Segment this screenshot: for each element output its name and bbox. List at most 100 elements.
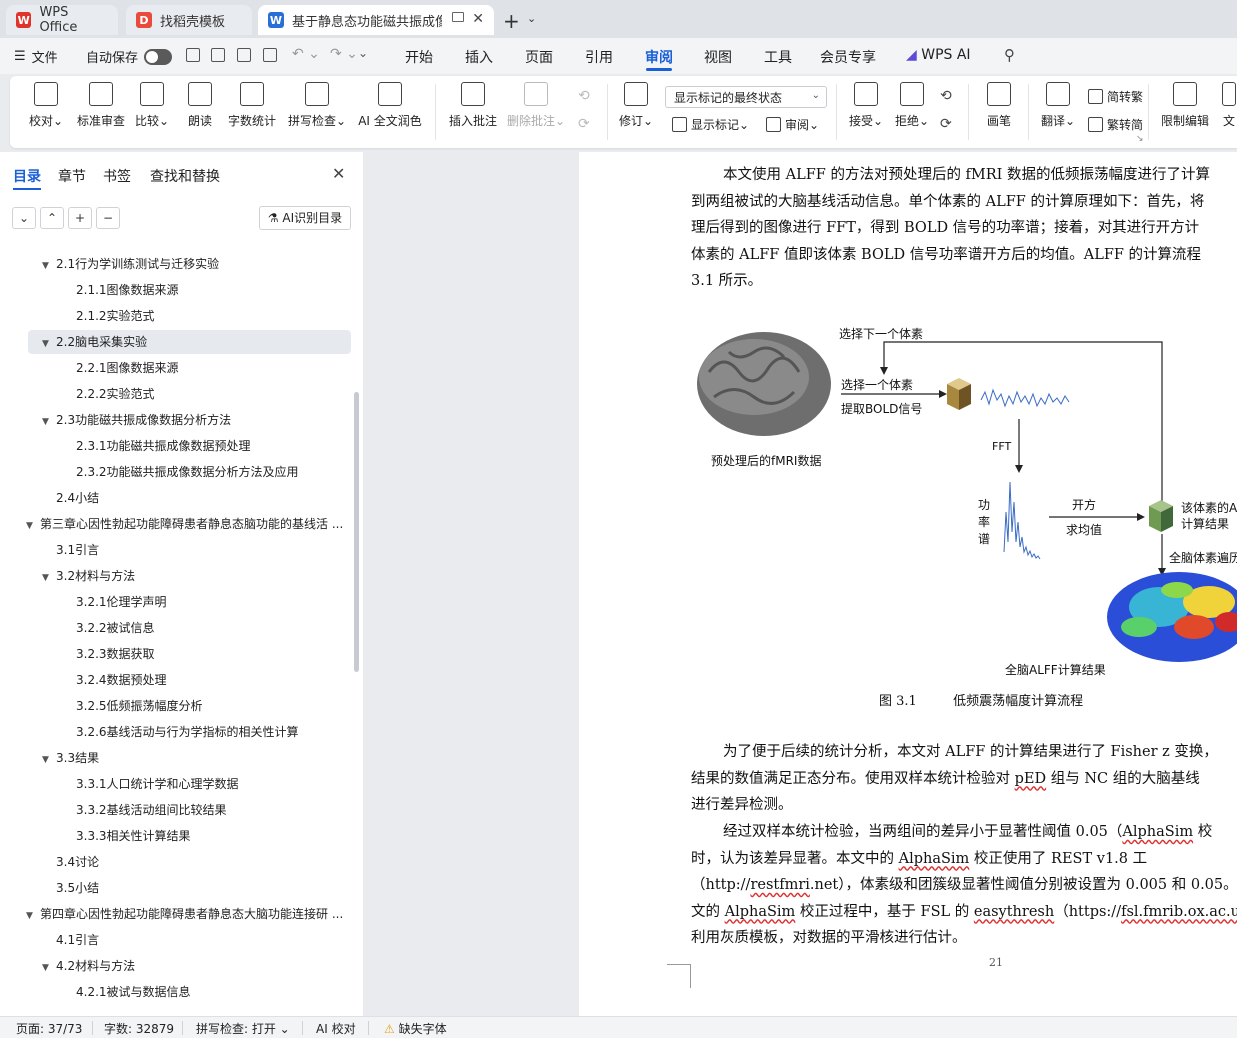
word-count[interactable]: 字数: 32879 [104, 1020, 174, 1037]
document-protect-button[interactable]: 文 [1222, 82, 1236, 129]
missing-font-status[interactable]: ⚠ 缺失字体 [384, 1020, 447, 1037]
next-comment-icon[interactable]: ⟳ [578, 116, 590, 132]
toc-item[interactable]: 3.2.5低频振荡幅度分析 [60, 694, 352, 718]
print-icon[interactable] [237, 48, 251, 62]
chevron-down-icon[interactable]: ⌄ [527, 12, 536, 25]
toc-item[interactable]: ▼ 第四章心因性勃起功能障碍患者静息态大脑功能连接研 ... [26, 902, 352, 926]
next-change-icon[interactable]: ⟳ [940, 116, 952, 132]
toc-item[interactable]: ▼ 第三章心因性勃起功能障碍患者静息态脑功能的基线活 ... [26, 512, 352, 536]
toc-item[interactable]: 3.3.3相关性计算结果 [60, 824, 352, 848]
revise-button[interactable]: 修订⌄ [618, 82, 654, 129]
toc-item[interactable]: ▼ 2.1行为学训练测试与迁移实验 [42, 252, 352, 276]
expand-corner-icon[interactable]: ↘ [1136, 134, 1144, 144]
toc-item[interactable]: 2.3.2功能磁共振成像数据分析方法及应用 [60, 460, 352, 484]
add-heading-icon[interactable]: + [68, 207, 92, 229]
spell-check-button[interactable]: 拼写检查⌄ [286, 82, 348, 129]
expand-arrow-icon[interactable]: ▼ [42, 956, 56, 978]
remove-heading-icon[interactable]: − [96, 207, 120, 229]
compare-button[interactable]: 比较⌄ [134, 82, 170, 129]
expand-arrow-icon[interactable]: ▼ [26, 904, 40, 926]
autosave-toggle[interactable]: 自动保存 [86, 47, 173, 66]
expand-arrow-icon[interactable]: ▼ [26, 514, 40, 536]
toc-item[interactable]: 3.2.4数据预处理 [60, 668, 352, 692]
expand-arrow-icon[interactable]: ▼ [42, 566, 56, 588]
delete-comment-button[interactable]: 删除批注⌄ [506, 82, 566, 129]
document-page[interactable]: 本文使用 ALFF 的方法对预处理后的 fMRI 数据的低频振荡幅度进行了计算到… [579, 152, 1237, 1016]
undo-icon[interactable]: ↶ ⌄ [292, 46, 320, 62]
toc-item[interactable]: 2.1.1图像数据来源 [60, 278, 352, 302]
toc-item[interactable]: 3.2.3数据获取 [60, 642, 352, 666]
export-icon[interactable] [211, 48, 225, 62]
standard-review-button[interactable]: 标准审查 [74, 82, 128, 129]
toc-item[interactable]: ▼ 3.2材料与方法 [42, 564, 352, 588]
ai-toc-button[interactable]: ⚗ AI识别目录 [259, 206, 351, 230]
translate-button[interactable]: 翻译⌄ [1038, 82, 1078, 129]
menu-tab-tools[interactable]: 工具 [764, 47, 792, 67]
toc-item[interactable]: ▼ 2.2脑电采集实验 [28, 330, 351, 354]
collapse-down-icon[interactable]: ⌄ [12, 207, 36, 229]
nav-tab-sections[interactable]: 章节 [58, 166, 86, 186]
toc-item[interactable]: 2.4小结 [42, 486, 352, 510]
word-count-button[interactable]: 字数统计 [226, 82, 278, 129]
monitor-icon[interactable] [452, 12, 464, 22]
toc-item[interactable]: ▼ 2.3功能磁共振成像数据分析方法 [42, 408, 352, 432]
reject-button[interactable]: 拒绝⌄ [892, 82, 932, 129]
expand-arrow-icon[interactable]: ▼ [42, 254, 56, 276]
nav-tab-bookmarks[interactable]: 书签 [103, 166, 131, 186]
to-traditional-button[interactable]: 简转繁 [1088, 88, 1143, 105]
to-simplified-button[interactable]: 繁转简 [1088, 116, 1143, 133]
page-count[interactable]: 页面: 37/73 [16, 1020, 82, 1037]
toggle-switch[interactable] [144, 48, 173, 65]
toc-item[interactable]: 4.2.1被试与数据信息 [60, 980, 352, 1004]
toc-item[interactable]: ▼ 3.3结果 [42, 746, 352, 770]
spell-check-status[interactable]: 拼写检查: 打开 ⌄ [196, 1020, 290, 1037]
toc-item[interactable]: 3.1引言 [42, 538, 352, 562]
toc-item[interactable]: 3.5小结 [42, 876, 352, 900]
toc-item[interactable]: ▼ 4.2材料与方法 [42, 954, 352, 978]
toc-item[interactable]: 3.2.1伦理学声明 [60, 590, 352, 614]
read-aloud-button[interactable]: 朗读 [186, 82, 214, 129]
toc-item[interactable]: 2.2.2实验范式 [60, 382, 352, 406]
pen-button[interactable]: 画笔 [982, 82, 1016, 129]
nav-scrollbar[interactable] [354, 392, 359, 672]
nav-tab-find-replace[interactable]: 查找和替换 [150, 166, 220, 186]
file-menu[interactable]: ☰ 文件 [14, 47, 58, 66]
tab-wps-office[interactable]: W WPS Office [6, 5, 118, 35]
prev-change-icon[interactable]: ⟲ [940, 88, 952, 104]
insert-comment-button[interactable]: 插入批注 [446, 82, 500, 129]
tab-template[interactable]: D 找稻壳模板 [126, 5, 252, 35]
ai-check-status[interactable]: AI 校对 [316, 1020, 356, 1037]
search-icon[interactable]: ⚲ [1004, 46, 1015, 64]
review-pane-button[interactable]: 审阅 ⌄ [766, 116, 819, 133]
menu-tab-references[interactable]: 引用 [585, 47, 613, 67]
tab-document[interactable]: W 基于静息态功能磁共振成像的 ✕ [258, 5, 494, 35]
menu-tab-member[interactable]: 会员专享 [820, 47, 876, 67]
redo-icon[interactable]: ↷ ⌄ [330, 46, 358, 62]
more-chevron-icon[interactable]: ⌄ [358, 46, 368, 60]
toc-item[interactable]: 2.1.2实验范式 [60, 304, 352, 328]
show-markup-button[interactable]: 显示标记 ⌄ [672, 116, 749, 133]
menu-tab-insert[interactable]: 插入 [465, 47, 493, 67]
menu-tab-page[interactable]: 页面 [525, 47, 553, 67]
menu-tab-wps-ai[interactable]: ◢ WPS AI [906, 47, 971, 63]
toc-item[interactable]: 3.3.2基线活动组间比较结果 [60, 798, 352, 822]
save-icon[interactable] [186, 48, 200, 62]
restrict-edit-button[interactable]: 限制编辑 [1160, 82, 1210, 129]
collapse-up-icon[interactable]: ⌃ [40, 207, 64, 229]
toc-item[interactable]: 3.2.2被试信息 [60, 616, 352, 640]
menu-tab-review[interactable]: 审阅 [645, 47, 673, 67]
menu-tab-view[interactable]: 视图 [704, 47, 732, 67]
close-icon[interactable]: ✕ [332, 164, 345, 183]
toc-item[interactable]: 3.3.1人口统计学和心理学数据 [60, 772, 352, 796]
toc-item[interactable]: 3.4讨论 [42, 850, 352, 874]
accept-button[interactable]: 接受⌄ [846, 82, 886, 129]
toc-item[interactable]: 3.2.6基线活动与行为学指标的相关性计算 [60, 720, 352, 744]
toc-item[interactable]: 4.1引言 [42, 928, 352, 952]
expand-arrow-icon[interactable]: ▼ [42, 410, 56, 432]
markup-state-select[interactable]: 显示标记的最终状态 ⌄ [665, 86, 827, 108]
nav-tab-toc[interactable]: 目录 [13, 166, 41, 186]
print-preview-icon[interactable] [263, 48, 277, 62]
close-icon[interactable]: ✕ [472, 11, 484, 27]
toc-item[interactable]: 2.2.1图像数据来源 [60, 356, 352, 380]
expand-arrow-icon[interactable]: ▼ [42, 332, 56, 354]
